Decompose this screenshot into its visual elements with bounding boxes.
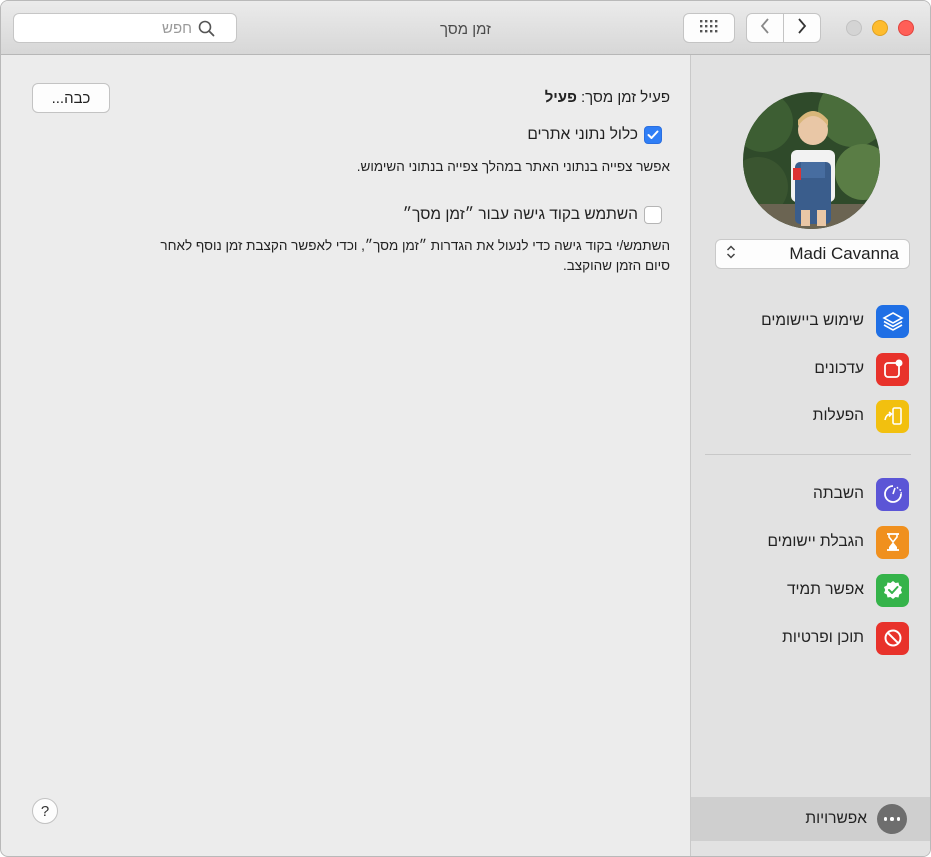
- search-icon: [198, 20, 215, 37]
- chevron-left-icon: [760, 17, 770, 39]
- sidebar-item-app-usage[interactable]: שימוש ביישומים: [691, 301, 930, 341]
- status-prefix: פעיל זמן מסך:: [576, 89, 670, 106]
- help-button[interactable]: ?: [32, 798, 58, 824]
- hourglass-icon: [876, 525, 909, 559]
- turn-off-button[interactable]: כבה...: [32, 83, 110, 113]
- sidebar-item-options[interactable]: אפשרויות: [691, 797, 930, 841]
- sidebar-item-label: תוכן ופרטיות: [782, 629, 864, 646]
- back-button[interactable]: [747, 14, 784, 42]
- use-passcode-row[interactable]: השתמש בקוד גישה עבור ״זמן מסך״: [403, 206, 662, 224]
- chevron-up-down-icon: [726, 244, 736, 265]
- status-value: פעיל: [544, 89, 577, 106]
- close-window-button[interactable]: [898, 20, 914, 36]
- sidebar-item-label: עדכונים: [814, 360, 864, 377]
- sidebar-item-always-allowed[interactable]: אפשר תמיד: [691, 570, 930, 610]
- sidebar-item-content-privacy[interactable]: תוכן ופרטיות: [691, 618, 930, 658]
- include-website-data-description: אפשר צפייה בנתוני האתר במהלך צפייה בנתונ…: [356, 159, 670, 174]
- always-allowed-icon: [876, 573, 909, 607]
- title-bar: זמן מסך: [1, 1, 930, 55]
- sidebar-item-label: אפשרויות: [805, 810, 867, 827]
- sidebar-item-label: שימוש ביישומים: [761, 312, 864, 329]
- more-options-icon: [877, 804, 907, 834]
- use-passcode-checkbox[interactable]: [644, 206, 662, 224]
- include-website-data-row[interactable]: כלול נתוני אתרים: [527, 126, 662, 144]
- user-select[interactable]: Madi Cavanna: [715, 239, 910, 269]
- sidebar-item-label: הגבלת יישומים: [767, 533, 864, 550]
- avatar: [743, 92, 880, 229]
- navigation-buttons: [746, 13, 821, 43]
- chevron-right-icon: [797, 17, 807, 39]
- minimize-window-button[interactable]: [872, 20, 888, 36]
- sidebar-item-label: אפשר תמיד: [786, 581, 864, 598]
- content-privacy-icon: [876, 621, 909, 655]
- sidebar-item-notifications[interactable]: עדכונים: [691, 349, 930, 389]
- use-passcode-description-line-1: השתמש/י בקוד גישה כדי לנעול את הגדרות ״ז…: [160, 238, 670, 253]
- sidebar-divider: [705, 454, 911, 455]
- sidebar: Madi Cavanna שימוש ביישומים עדכונים הפעל…: [690, 55, 930, 856]
- sidebar-item-pickups[interactable]: הפעלות: [691, 396, 930, 436]
- notifications-icon: [876, 352, 909, 386]
- include-website-data-checkbox[interactable]: [644, 126, 662, 144]
- system-preferences-window: זמן מסך: [0, 0, 931, 857]
- sidebar-item-label: השבתה: [813, 485, 864, 502]
- grid-icon: [699, 19, 719, 38]
- use-passcode-description: השתמש/י בקוד גישה כדי לנעול את הגדרות ״ז…: [160, 236, 670, 276]
- search-field[interactable]: [13, 13, 237, 43]
- include-website-data-label: כלול נתוני אתרים: [527, 126, 638, 143]
- sidebar-item-downtime[interactable]: השבתה: [691, 474, 930, 514]
- main-panel: פעיל זמן מסך: פעיל כבה... כלול נתוני אתר…: [1, 55, 690, 856]
- zoom-window-button[interactable]: [846, 20, 862, 36]
- sidebar-item-app-limits[interactable]: הגבלת יישומים: [691, 522, 930, 562]
- show-all-button[interactable]: [683, 13, 735, 43]
- pickups-icon: [876, 399, 909, 433]
- downtime-icon: [876, 477, 909, 511]
- app-usage-icon: [876, 304, 909, 338]
- screen-time-status: פעיל זמן מסך: פעיל: [545, 89, 670, 106]
- user-name: Madi Cavanna: [789, 244, 899, 263]
- search-input[interactable]: [22, 19, 192, 37]
- forward-button[interactable]: [784, 14, 820, 42]
- use-passcode-label: השתמש בקוד גישה עבור ״זמן מסך״: [402, 206, 638, 223]
- use-passcode-description-line-2: סיום הזמן שהוקצב.: [562, 258, 670, 273]
- sidebar-item-label: הפעלות: [812, 407, 864, 424]
